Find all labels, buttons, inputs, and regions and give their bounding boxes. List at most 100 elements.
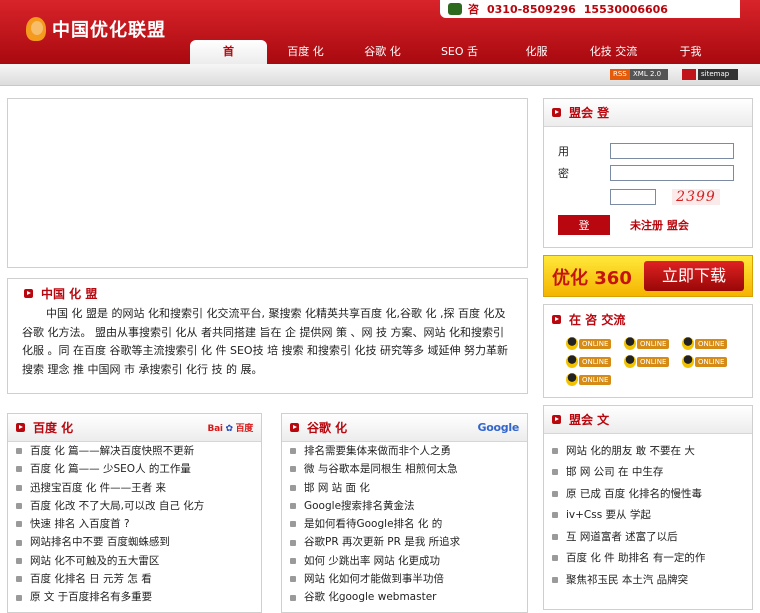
phone-label: 咨 <box>468 3 479 16</box>
bullet-icon <box>552 469 558 476</box>
qq-penguin-icon <box>682 355 694 368</box>
online-tag: ONLINE <box>579 374 612 385</box>
list-item[interactable]: 互 网道富者 述富了以后 <box>552 526 752 548</box>
sitemap-link[interactable]: sitemap <box>698 69 738 80</box>
hand-logo-icon <box>26 17 46 41</box>
captcha-image[interactable]: 2399 <box>672 189 720 205</box>
item-text: 互 网道富者 述富了以后 <box>566 530 678 543</box>
list-item[interactable]: 排名需要集体来做而非个人之勇 <box>290 442 527 460</box>
qq-contact[interactable]: ONLINE <box>624 337 682 350</box>
list-item[interactable]: 网站 化不可触及的五大雷区 <box>16 552 261 570</box>
list-item[interactable]: 百度 化 篇——解决百度快照不更新 <box>16 442 261 460</box>
online-tag: ONLINE <box>579 356 612 367</box>
arrow-icon <box>552 314 561 324</box>
bullet-icon <box>290 576 296 583</box>
item-text: 百度 化排名 日 元芳 怎 看 <box>30 573 152 586</box>
register-link[interactable]: 未注册 盟会 <box>630 217 689 233</box>
username-row: 用 名 <box>558 141 752 161</box>
item-text: Google搜索排名黄金法 <box>304 499 415 512</box>
nav-tech-exchange[interactable]: 化技 交流 <box>575 40 652 64</box>
arrow-icon <box>16 423 25 432</box>
item-text: 百度 化改 不了大局,可以改 自己 化方 <box>30 499 205 512</box>
download-button[interactable]: 立即下载 <box>644 261 744 291</box>
list-item[interactable]: 是如何看待Google排名 化 的 <box>290 515 527 533</box>
bullet-icon <box>552 576 558 583</box>
bullet-icon <box>16 484 22 491</box>
qq-contact[interactable]: ONLINE <box>566 355 624 368</box>
site-logo[interactable]: 中国优化联盟 <box>26 14 166 44</box>
nav-google-seo[interactable]: 谷歌 化 <box>344 40 421 64</box>
bullet-icon <box>16 521 22 528</box>
download-ad[interactable]: 优化 360 立即下载 <box>543 255 753 297</box>
list-item[interactable]: 微 与谷歌本是同根生 相煎何太急 <box>290 460 527 478</box>
login-title: 盟会 登 <box>569 106 610 120</box>
intro-panel: 中国 化 盟 中国 化 盟是 的网站 化和搜索引 化交流平台, 聚搜索 化精英共… <box>7 278 528 394</box>
list-item[interactable]: 网站 化如何才能做到事半功倍 <box>290 570 527 588</box>
list-item[interactable]: 百度 化排名 日 元芳 怎 看 <box>16 570 261 588</box>
bullet-icon <box>290 466 296 473</box>
list-item[interactable]: 快速 排名 入百度首 ? <box>16 515 261 533</box>
list-item[interactable]: 谷歌 化google webmaster <box>290 588 527 606</box>
list-item[interactable]: 谷歌PR 再次更新 PR 是我 所追求 <box>290 533 527 551</box>
qq-contact[interactable]: ONLINE <box>624 355 682 368</box>
item-text: 百度 化 件 助排名 有一定的作 <box>566 552 706 565</box>
bullet-icon <box>290 448 296 455</box>
nav-baidu-seo[interactable]: 百度 化 <box>267 40 344 64</box>
bullet-icon <box>290 521 296 528</box>
rss-badge[interactable]: RSS <box>610 69 630 80</box>
password-label: 密 <box>558 167 589 180</box>
item-text: 排名需要集体来做而非个人之勇 <box>304 445 451 457</box>
list-item[interactable]: 百度 化改 不了大局,可以改 自己 化方 <box>16 497 261 515</box>
login-button[interactable]: 登 <box>558 215 610 235</box>
list-item[interactable]: 百度 化 篇—— 少SEO人 的工作量 <box>16 460 261 478</box>
captcha-row: 2399 <box>558 187 752 207</box>
qq-contact[interactable]: ONLINE <box>682 337 740 350</box>
nav-about[interactable]: 于我 <box>652 40 729 64</box>
list-item[interactable]: 聚焦祁玉民 本土汽 品牌突 <box>552 569 752 591</box>
list-item[interactable]: 如何 少跳出率 网站 化更成功 <box>290 552 527 570</box>
list-item[interactable]: 网站排名中不要 百度蜘蛛感到 <box>16 533 261 551</box>
online-tag: ONLINE <box>637 338 670 349</box>
banner-area <box>7 98 528 268</box>
item-text: 迅搜宝百度 化 件——王者 来 <box>30 481 167 494</box>
bullet-icon <box>552 533 558 540</box>
list-item[interactable]: Google搜索排名黄金法 <box>290 497 527 515</box>
list-item[interactable]: 网站 化的朋友 敢 不要在 大 <box>552 440 752 462</box>
qq-header: 在 咨 交流 <box>544 305 752 333</box>
item-text: iv+Css 要从 学起 <box>566 509 651 522</box>
list-item[interactable]: 原 文 于百度排名有多重要 <box>16 588 261 606</box>
ad-brand: 优化 360 <box>552 268 632 289</box>
list-item[interactable]: 邯 网 公司 在 中生存 <box>552 462 752 484</box>
bullet-icon <box>16 503 22 510</box>
item-text: 百度 化 篇——解决百度快照不更新 <box>30 445 195 457</box>
baidu-header: 百度 化 Bai ✿ 百度 <box>8 414 261 442</box>
item-text: 快速 排名 入百度首 ? <box>30 518 130 531</box>
qq-contact[interactable]: ONLINE <box>566 373 624 386</box>
arrow-icon <box>290 423 299 432</box>
nav-seo-news[interactable]: SEO 舌 <box>421 40 498 64</box>
xml-badge[interactable]: XML 2.0 <box>630 69 668 80</box>
sitemap-icon <box>682 69 696 80</box>
item-text: 微 与谷歌本是同根生 相煎何太急 <box>304 463 458 476</box>
list-item[interactable]: 原 已成 百度 化排名的慢性毒 <box>552 483 752 505</box>
list-item[interactable]: 百度 化 件 助排名 有一定的作 <box>552 548 752 570</box>
bullet-icon <box>290 557 296 564</box>
qq-contact[interactable]: ONLINE <box>682 355 740 368</box>
nav-home[interactable]: 首 <box>190 40 267 64</box>
baidu-title[interactable]: 百度 化 <box>33 419 73 436</box>
list-item[interactable]: 邯 网 站 面 化 <box>290 479 527 497</box>
google-title[interactable]: 谷歌 化 <box>307 419 347 436</box>
list-item[interactable]: iv+Css 要从 学起 <box>552 505 752 527</box>
list-item[interactable]: 迅搜宝百度 化 件——王者 来 <box>16 479 261 497</box>
captcha-input[interactable] <box>610 189 656 205</box>
sub-bar: RSS XML 2.0 sitemap <box>0 64 760 86</box>
password-input[interactable] <box>610 165 734 181</box>
nav-services[interactable]: 化服 <box>498 40 575 64</box>
password-row: 密 <box>558 163 752 183</box>
qq-contact[interactable]: ONLINE <box>566 337 624 350</box>
username-input[interactable] <box>610 143 734 159</box>
bullet-icon <box>290 484 296 491</box>
item-text: 邯 网 公司 在 中生存 <box>566 466 664 479</box>
logo-text: 中国优化联盟 <box>52 20 166 41</box>
item-text: 聚焦祁玉民 本土汽 品牌突 <box>566 573 689 586</box>
